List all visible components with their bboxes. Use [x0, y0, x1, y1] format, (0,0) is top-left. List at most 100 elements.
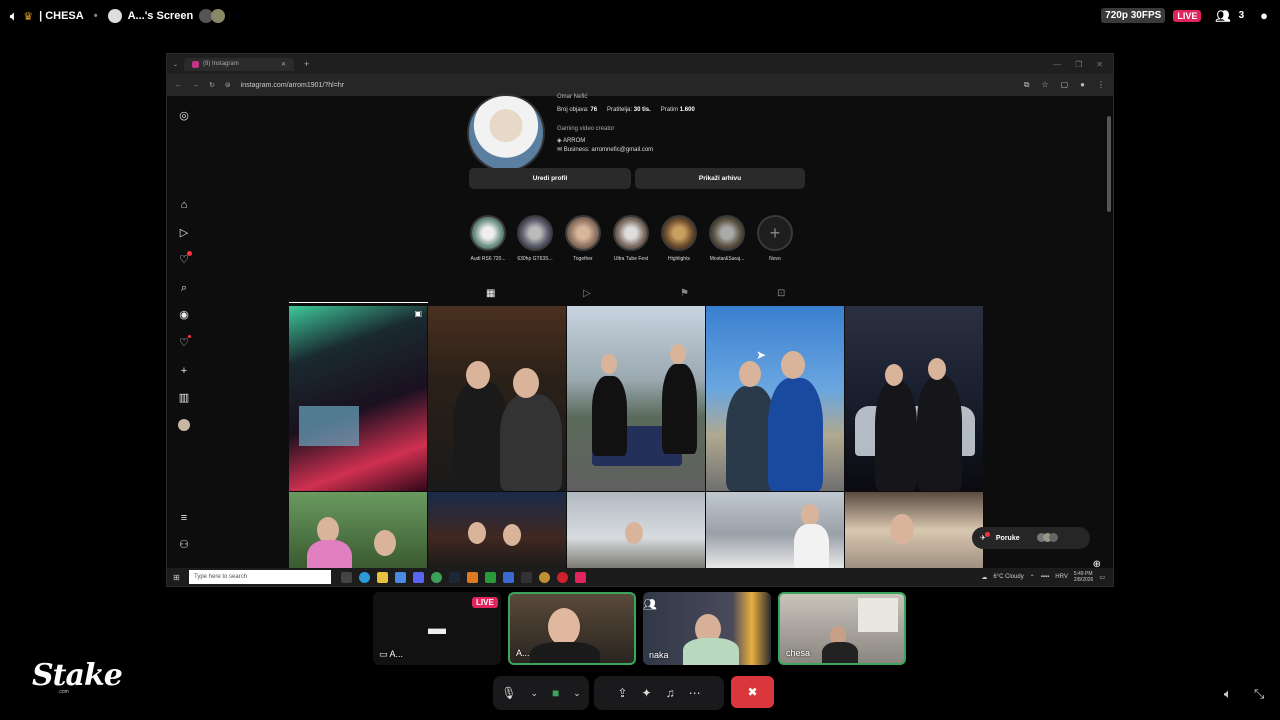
post-thumbnail[interactable]: ▣ — [289, 306, 427, 491]
followers-stat[interactable]: Pratitelja: 30 tis. — [607, 107, 651, 113]
clock[interactable]: 5:49 PM 2/8/2026 — [1074, 571, 1093, 583]
weather-text[interactable]: 6°C Cloudy — [993, 574, 1023, 580]
home-icon[interactable]: ⌂ — [178, 199, 190, 211]
post-thumbnail[interactable]: ➤ — [706, 306, 844, 491]
heart-icon[interactable]: ♡ — [178, 337, 190, 349]
app-icon[interactable] — [503, 571, 514, 583]
post-thumbnail[interactable] — [845, 492, 983, 568]
threads-icon[interactable]: ⚇ — [178, 539, 190, 551]
task-view-icon[interactable] — [341, 571, 352, 583]
page-scrollbar[interactable] — [1107, 116, 1111, 212]
edge-icon[interactable] — [359, 571, 370, 583]
posts-grid-tab-icon[interactable]: ▦ — [486, 288, 495, 299]
xbox-icon[interactable] — [485, 571, 496, 583]
post-thumbnail[interactable] — [567, 492, 705, 568]
reels-tab-icon[interactable]: ▷ — [583, 288, 591, 299]
more-icon[interactable]: ⋯ — [689, 686, 701, 700]
participant-tile[interactable]: naka ⌄ 👥︎ — [643, 592, 771, 665]
highlight-item[interactable]: Ultra Tube Fest — [612, 215, 650, 262]
mic-icon[interactable]: 🎙︎ — [501, 686, 516, 700]
menu-icon[interactable]: ≡ — [178, 512, 190, 524]
kebab-menu-icon[interactable]: ⋮ — [1097, 80, 1105, 90]
post-thumbnail[interactable] — [289, 492, 427, 568]
post-thumbnail[interactable] — [428, 306, 566, 491]
following-stat[interactable]: Pratim 1.600 — [661, 107, 695, 113]
store-icon[interactable] — [395, 571, 406, 583]
speaker-icon[interactable]: 🔈︎ — [10, 9, 17, 24]
bio-email[interactable]: Business: arromnefic@gmail.com — [564, 147, 653, 153]
screenshare-icon[interactable]: ⇪ — [617, 686, 627, 700]
fullscreen-exit-icon[interactable]: ⤡ — [1254, 686, 1264, 702]
profile-picture[interactable] — [467, 94, 545, 172]
highlight-item[interactable]: Mostar&Saraj... — [708, 215, 746, 262]
explore-icon[interactable]: ◉ — [178, 309, 190, 321]
post-thumbnail[interactable] — [845, 306, 983, 491]
chrome-icon[interactable] — [431, 571, 442, 583]
volume-icon[interactable]: 🔈︎ — [1224, 686, 1232, 702]
participant-tile[interactable]: chesa — [778, 592, 906, 665]
tab-instagram[interactable]: (9) Instagram ✕ — [184, 57, 295, 71]
site-info-icon[interactable]: ⊜ — [225, 81, 231, 89]
create-icon[interactable]: + — [178, 365, 190, 377]
app-icon[interactable] — [557, 571, 568, 583]
camera-icon[interactable]: ■ — [552, 686, 559, 700]
instagram-icon[interactable]: ◎ — [178, 110, 190, 122]
install-icon[interactable]: ⧉ — [1024, 80, 1030, 90]
close-icon[interactable]: ✕ — [1096, 60, 1103, 69]
camera-options-chevron-icon[interactable]: ⌄ — [573, 688, 581, 699]
chat-icon[interactable]: ● — [1260, 8, 1268, 23]
tab-menu-icon[interactable]: ⌄ — [173, 61, 178, 68]
url-field[interactable]: instagram.com/arrom1901/?hl=hr — [241, 82, 344, 89]
tray-expand-icon[interactable]: ⌃ — [1030, 574, 1035, 581]
messages-button[interactable]: ✈︎ Poruke — [972, 527, 1090, 549]
profile-avatar-icon[interactable] — [178, 419, 190, 431]
tray-icons[interactable]: ▪▪▪▪ — [1041, 574, 1050, 580]
extensions-icon[interactable]: ▢ — [1061, 80, 1069, 90]
file-explorer-icon[interactable] — [377, 571, 388, 583]
add-friend-icon[interactable]: 👥︎ — [643, 598, 657, 611]
app-icon[interactable] — [539, 571, 550, 583]
insights-icon[interactable]: ▥ — [178, 392, 190, 404]
app-icon[interactable] — [575, 571, 586, 583]
post-thumbnail[interactable] — [567, 306, 705, 491]
viewers-icon[interactable]: 👥︎ — [1215, 9, 1230, 23]
language-indicator[interactable]: HRV — [1055, 574, 1068, 580]
app-icon[interactable] — [521, 571, 532, 583]
highlight-item[interactable]: 630hp GT63S... — [516, 215, 554, 262]
soundboard-icon[interactable]: ♫ — [666, 686, 675, 700]
activities-icon[interactable]: ✦ — [642, 686, 652, 700]
profile-icon[interactable]: ● — [1080, 80, 1085, 90]
new-tab-button[interactable]: + — [304, 59, 309, 69]
highlight-item[interactable]: Together — [564, 215, 602, 262]
posts-stat[interactable]: Broj objava: 76 — [557, 107, 597, 113]
close-tab-icon[interactable]: ✕ — [281, 61, 286, 68]
leave-call-button[interactable]: ✖ — [731, 676, 774, 708]
discord-app-icon[interactable] — [413, 571, 424, 583]
tagged-tab-icon[interactable]: ⊡ — [777, 288, 785, 299]
forward-icon[interactable]: → — [192, 82, 199, 89]
taskbar-search[interactable]: Type here to search — [189, 570, 331, 584]
zoom-icon[interactable]: ⊕ — [1093, 559, 1101, 570]
mic-options-chevron-icon[interactable]: ⌄ — [530, 688, 538, 699]
highlight-item[interactable]: Audi RS6 720... — [469, 215, 507, 262]
edit-profile-button[interactable]: Uredi profil — [469, 168, 631, 189]
windows-start-icon[interactable]: ⊞ — [173, 573, 180, 582]
bookmark-star-icon[interactable]: ☆ — [1041, 80, 1048, 90]
app-icon[interactable] — [467, 571, 478, 583]
notification-center-icon[interactable]: ▭ — [1099, 574, 1105, 581]
search-icon[interactable]: ⌕ — [178, 282, 190, 294]
post-thumbnail[interactable] — [706, 492, 844, 568]
back-icon[interactable]: ← — [175, 82, 182, 89]
reels-icon[interactable]: ▷ — [178, 227, 190, 239]
maximize-icon[interactable]: ❐ — [1075, 60, 1082, 69]
post-thumbnail[interactable] — [428, 492, 566, 568]
minimize-icon[interactable]: — — [1053, 60, 1061, 69]
view-archive-button[interactable]: Prikaži arhivu — [635, 168, 805, 189]
reload-icon[interactable]: ↻ — [209, 81, 215, 89]
participant-tile[interactable]: A... — [508, 592, 636, 665]
highlight-item[interactable]: Highlights — [660, 215, 698, 262]
new-highlight-button[interactable]: + Novo — [756, 215, 794, 262]
steam-icon[interactable] — [449, 571, 460, 583]
saved-tab-icon[interactable]: ⚑ — [680, 288, 689, 299]
participant-name: ▭ A... — [379, 649, 404, 659]
